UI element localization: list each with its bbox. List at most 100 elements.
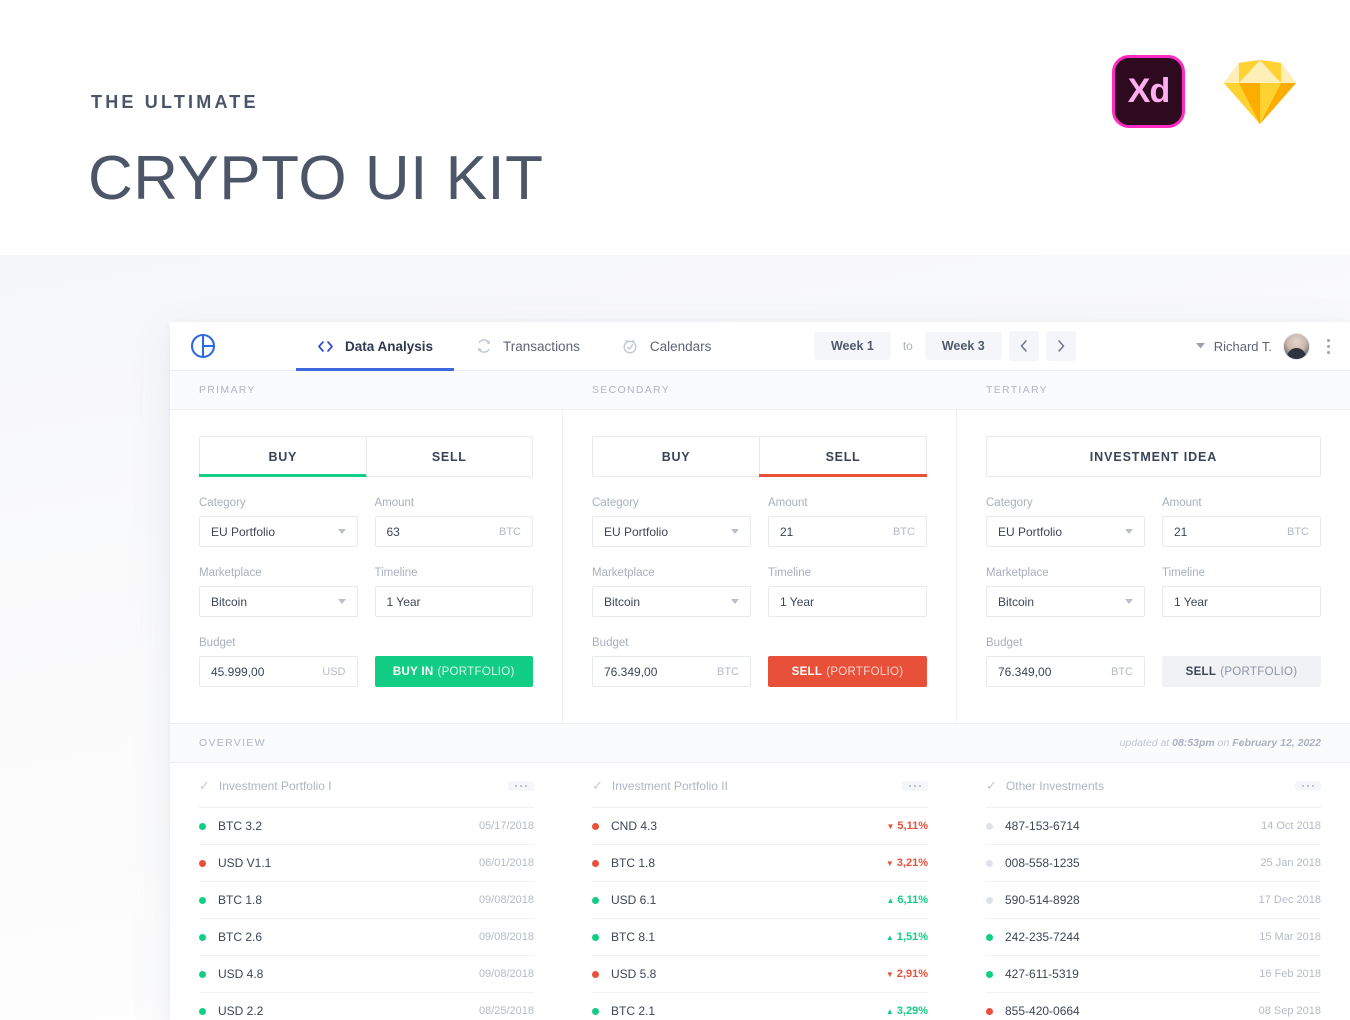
list-item[interactable]: CND 4.3 ▼ 5,11% <box>592 808 928 845</box>
list-item[interactable]: BTC 2.1 ▲ 3,29% <box>592 993 928 1020</box>
list-item-label: BTC 1.8 <box>218 893 263 907</box>
crypto-logo-icon[interactable] <box>189 332 217 360</box>
chevron-down-icon <box>337 529 346 534</box>
sell-button-tertiary[interactable]: SELL (PORTFOLIO) <box>1162 656 1321 687</box>
list-item[interactable]: BTC 2.6 09/08/2018 <box>199 919 534 956</box>
category-select[interactable]: EU Portfolio <box>199 516 358 547</box>
buy-tab-secondary[interactable]: BUY <box>593 437 759 476</box>
sell-tab-secondary[interactable]: SELL <box>759 437 927 477</box>
marketplace-select[interactable]: Bitcoin <box>592 586 751 617</box>
updated-time: 08:53pm <box>1172 737 1215 749</box>
investment-idea-tab[interactable]: INVESTMENT IDEA <box>987 437 1320 476</box>
action-strong: BUY IN <box>392 665 434 678</box>
list-item[interactable]: 242-235-7244 15 Mar 2018 <box>986 919 1321 956</box>
status-dot-icon <box>199 1007 206 1015</box>
marketplace-select[interactable]: Bitcoin <box>199 586 358 617</box>
buy-in-button[interactable]: BUY IN (PORTFOLIO) <box>374 656 533 687</box>
amount-unit: BTC <box>499 525 521 538</box>
list-title: Investment Portfolio II <box>611 779 728 793</box>
week-to-selector[interactable]: Week 3 <box>924 332 1002 360</box>
list-item[interactable]: 855-420-0664 08 Sep 2018 <box>986 993 1321 1020</box>
list-item[interactable]: BTC 1.8 ▼ 3,21% <box>592 845 928 882</box>
timeline-value: 1 Year <box>386 594 421 609</box>
list-more-options-icon[interactable] <box>507 780 534 792</box>
sell-button-secondary[interactable]: SELL (PORTFOLIO) <box>768 656 927 687</box>
list-item[interactable]: USD 6.1 ▲ 6,11% <box>592 882 928 919</box>
amount-label: Amount <box>768 497 808 509</box>
chevron-down-icon <box>1125 529 1133 534</box>
adobe-xd-icon: Xd <box>1112 55 1185 128</box>
more-options-icon[interactable] <box>1323 335 1334 358</box>
marketplace-select[interactable]: Bitcoin <box>986 586 1145 617</box>
sell-tab-primary[interactable]: SELL <box>365 437 533 476</box>
week-from-selector[interactable]: Week 1 <box>813 332 891 360</box>
marketplace-label: Marketplace <box>199 567 262 579</box>
list-item[interactable]: 008-558-1235 25 Jan 2018 <box>986 845 1321 882</box>
tab-data-analysis[interactable]: Data Analysis <box>296 322 455 371</box>
budget-input[interactable]: 45.999,00 USD <box>199 656 358 687</box>
field-action: BUY IN (PORTFOLIO) <box>374 637 533 687</box>
list-item[interactable]: USD V1.1 06/01/2018 <box>199 845 534 882</box>
list-more-options-icon[interactable] <box>901 780 928 792</box>
status-dot-icon <box>986 896 993 904</box>
budget-input[interactable]: 76.349,00 BTC <box>592 656 751 687</box>
list-header: ✓ Investment Portfolio I <box>199 765 534 808</box>
overview-header: OVERVIEW updated at 08:53pm on February … <box>170 724 1350 763</box>
amount-input[interactable]: 63 BTC <box>374 516 533 547</box>
user-menu[interactable]: Richard T. <box>1195 332 1310 360</box>
category-select[interactable]: EU Portfolio <box>986 516 1145 547</box>
sync-refresh-icon <box>475 338 492 355</box>
triangle-up-icon: ▲ <box>886 896 895 905</box>
list-body-1: BTC 3.2 05/17/2018 USD V1.1 06/01/2018 BTC 1… <box>199 808 534 1020</box>
timeline-input[interactable]: 1 Year <box>374 586 533 617</box>
list-item[interactable]: 487-153-6714 14 Oct 2018 <box>986 808 1321 845</box>
list-item-date: 06/01/2018 <box>478 857 534 869</box>
tab-label: Transactions <box>503 338 580 354</box>
field-marketplace: Marketplace Bitcoin <box>199 567 358 617</box>
list-item-date: 09/08/2018 <box>478 931 534 943</box>
panel-tertiary: INVESTMENT IDEA Category EU Portfolio Am… <box>957 410 1350 723</box>
amount-input[interactable]: 21 BTC <box>1162 516 1321 547</box>
field-category: Category EU Portfolio <box>986 497 1145 547</box>
row-budget-label: Budget 76.349,00 BTC SELL (PORTFOLIO) <box>986 637 1321 687</box>
list-item[interactable]: 427-611-5319 16 Feb 2018 <box>986 956 1321 993</box>
category-select[interactable]: EU Portfolio <box>592 516 751 547</box>
list-item[interactable]: USD 2.2 08/25/2018 <box>199 993 534 1020</box>
prev-arrow-button[interactable] <box>1008 331 1039 361</box>
list-item[interactable]: BTC 8.1 ▲ 1,51% <box>592 919 928 956</box>
marketplace-value: Bitcoin <box>998 594 1035 609</box>
budget-value: 76.349,00 <box>998 664 1052 679</box>
list-item-label: USD 4.8 <box>218 967 264 981</box>
timeline-input[interactable]: 1 Year <box>768 586 927 617</box>
status-dot-icon <box>199 896 206 904</box>
status-dot-icon <box>986 1007 993 1015</box>
tab-transactions[interactable]: Transactions <box>454 322 601 370</box>
marketplace-value: Bitcoin <box>211 594 248 609</box>
buy-tab-primary[interactable]: BUY <box>199 437 366 477</box>
list-item[interactable]: USD 5.8 ▼ 2,91% <box>592 956 928 993</box>
list-item-label: USD V1.1 <box>218 856 272 870</box>
timeline-input[interactable]: 1 Year <box>1162 586 1321 617</box>
list-item[interactable]: 590-514-8928 17 Dec 2018 <box>986 882 1321 919</box>
list-item-label: USD 5.8 <box>611 967 657 981</box>
tab-label: Calendars <box>649 338 712 354</box>
status-dot-icon <box>592 822 599 830</box>
amount-input[interactable]: 21 BTC <box>768 516 927 547</box>
buy-sell-toggle-secondary: BUY SELL <box>592 436 927 477</box>
list-item-label: 008-558-1235 <box>1005 856 1080 870</box>
list-more-options-icon[interactable] <box>1294 780 1321 792</box>
list-item[interactable]: BTC 1.8 09/08/2018 <box>199 882 534 919</box>
timeline-label: Timeline <box>768 567 812 579</box>
list-item[interactable]: BTC 3.2 05/17/2018 <box>199 808 534 845</box>
tab-calendars[interactable]: Calendars <box>601 322 733 370</box>
status-dot-icon <box>199 970 206 978</box>
list-item[interactable]: USD 4.8 09/08/2018 <box>199 956 534 993</box>
budget-input[interactable]: 76.349,00 BTC <box>986 656 1145 687</box>
list-header: ✓ Other Investments <box>986 765 1321 808</box>
field-marketplace: Marketplace Bitcoin <box>592 567 751 617</box>
sketch-icon <box>1223 59 1297 125</box>
next-arrow-button[interactable] <box>1045 331 1076 361</box>
field-timeline: Timeline 1 Year <box>768 567 927 617</box>
range-to-label: to <box>902 339 913 353</box>
triangle-up-icon: ▲ <box>885 1007 894 1016</box>
